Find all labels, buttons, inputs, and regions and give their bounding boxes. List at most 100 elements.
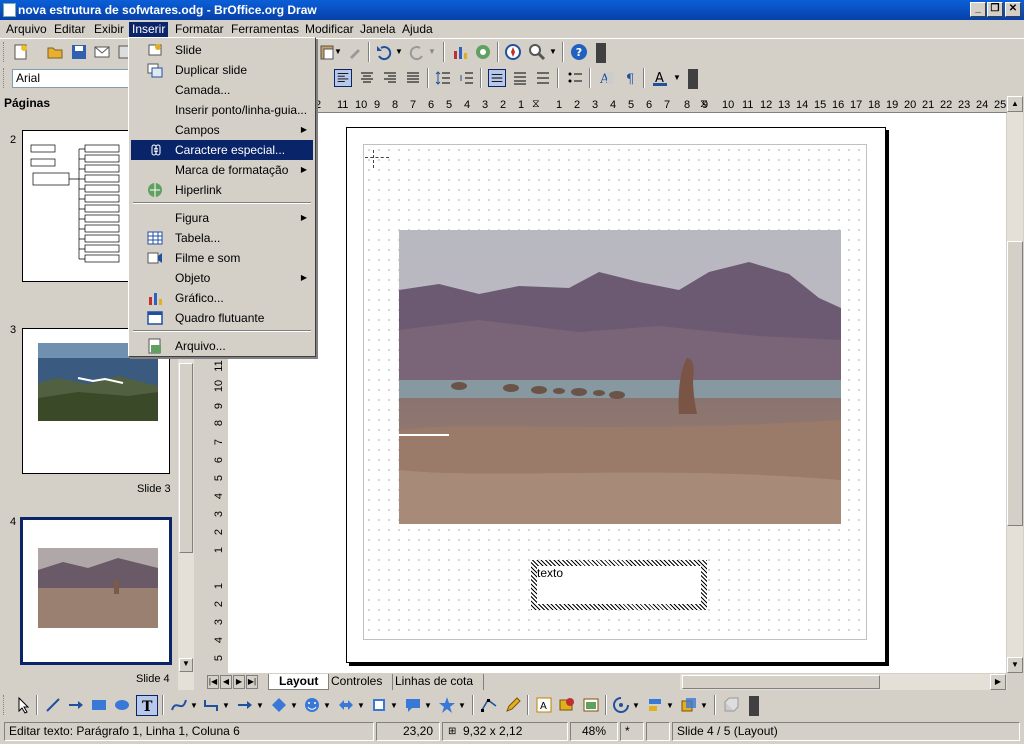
scroll-right-button[interactable]: ▶ (990, 674, 1006, 690)
font-color-icon[interactable]: A (651, 69, 669, 87)
menu-item-campos[interactable]: Campos ▶ (131, 120, 313, 140)
tab-controles[interactable]: Controles (321, 674, 394, 690)
lines-arrows-dropdown-icon[interactable]: ▼ (256, 701, 264, 710)
tab-linhas-de-cota[interactable]: Linhas de cota (385, 674, 485, 690)
align-center-icon[interactable] (358, 69, 376, 87)
vertical-scrollbar-thumb[interactable] (1007, 241, 1023, 526)
character-icon[interactable]: A (597, 69, 615, 87)
menu-item-camada[interactable]: Camada... (131, 80, 313, 100)
flowchart-icon[interactable] (370, 696, 388, 714)
text-box[interactable]: texto (537, 566, 701, 604)
close-button[interactable]: ✕ (1005, 2, 1021, 17)
align-right-icon[interactable] (381, 69, 399, 87)
menu-item-arquivo[interactable]: Arquivo... (131, 336, 313, 356)
basic-shapes-icon[interactable] (270, 696, 288, 714)
text-box-content[interactable]: texto (537, 566, 563, 580)
toolbar-grip[interactable] (3, 42, 7, 62)
navigator-icon[interactable] (504, 43, 522, 61)
spacing-1-icon[interactable] (488, 69, 506, 87)
scroll-down-button[interactable]: ▼ (1007, 657, 1023, 673)
menu-ajuda[interactable]: Ajuda (399, 22, 436, 37)
arrange-dropdown-icon[interactable]: ▼ (700, 701, 708, 710)
line-arrow-icon[interactable] (67, 696, 85, 714)
gallery-icon[interactable] (474, 43, 492, 61)
paragraph-spacing-icon[interactable] (457, 69, 475, 87)
pages-scrollbar-thumb[interactable] (179, 363, 193, 553)
stars-icon[interactable] (438, 696, 456, 714)
connector-dropdown-icon[interactable]: ▼ (222, 701, 230, 710)
menu-item-grafico[interactable]: Gráfico... (131, 288, 313, 308)
menu-formatar[interactable]: Formatar (172, 22, 227, 37)
menu-modificar[interactable]: Modificar (302, 22, 357, 37)
align-left-icon[interactable] (334, 69, 352, 87)
status-zoom[interactable]: 48% (570, 722, 618, 741)
spacing-1-5-icon[interactable] (511, 69, 529, 87)
effects-dropdown-icon[interactable]: ▼ (632, 701, 640, 710)
toolbar-overflow-button[interactable] (749, 696, 759, 716)
menu-item-tabela[interactable]: Tabela... (131, 228, 313, 248)
callouts-icon[interactable] (404, 696, 422, 714)
ruler-margin-marker-icon[interactable]: ⧖ (532, 98, 540, 111)
menu-item-quadro-flutuante[interactable]: Quadro flutuante (131, 308, 313, 328)
ruler-margin-marker-icon[interactable]: ⧖ (700, 98, 708, 111)
text-tool-button[interactable]: T (136, 695, 158, 716)
undo-dropdown-icon[interactable]: ▼ (395, 47, 403, 56)
save-icon[interactable] (70, 43, 88, 61)
effects-icon[interactable] (612, 696, 630, 714)
paragraph-icon[interactable]: ¶ (620, 69, 638, 87)
scroll-up-button[interactable]: ▲ (1007, 96, 1023, 112)
menu-item-filme-e-som[interactable]: Filme e som (131, 248, 313, 268)
toolbar-overflow-button[interactable] (596, 43, 606, 63)
vertical-scrollbar[interactable]: ▲ ▼ (1007, 96, 1023, 673)
undo-icon[interactable] (375, 43, 393, 61)
chart-icon[interactable] (451, 43, 469, 61)
select-arrow-icon[interactable] (14, 696, 32, 714)
line-spacing-icon[interactable] (434, 69, 452, 87)
align-objects-dropdown-icon[interactable]: ▼ (666, 701, 674, 710)
zoom-dropdown-icon[interactable]: ▼ (549, 47, 557, 56)
slide-thumbnail-4[interactable] (20, 517, 172, 665)
block-arrows-dropdown-icon[interactable]: ▼ (357, 701, 365, 710)
paste-dropdown-icon[interactable]: ▼ (334, 47, 342, 56)
drawing-canvas[interactable]: texto (228, 113, 1006, 673)
horizontal-scrollbar-thumb[interactable] (682, 675, 880, 689)
redo-dropdown-icon[interactable]: ▼ (428, 47, 436, 56)
basic-shapes-dropdown-icon[interactable]: ▼ (290, 701, 298, 710)
next-tab-button[interactable]: ▶ (233, 675, 245, 689)
font-color-dropdown-icon[interactable]: ▼ (673, 73, 681, 82)
stars-dropdown-icon[interactable]: ▼ (458, 701, 466, 710)
font-name-input[interactable]: Arial (12, 69, 132, 88)
spacing-2-icon[interactable] (534, 69, 552, 87)
last-tab-button[interactable]: ▶| (246, 675, 258, 689)
menu-exibir[interactable]: Exibir (91, 22, 127, 37)
ellipse-icon[interactable] (113, 696, 131, 714)
menu-item-objeto[interactable]: Objeto ▶ (131, 268, 313, 288)
help-icon[interactable]: ? (570, 43, 588, 61)
curve-dropdown-icon[interactable]: ▼ (190, 701, 198, 710)
curve-icon[interactable] (170, 696, 188, 714)
rectangle-icon[interactable] (90, 696, 108, 714)
fontwork-pencil-icon[interactable] (504, 696, 522, 714)
text-frame-icon[interactable]: A (535, 696, 553, 714)
menu-item-slide[interactable]: Slide (131, 40, 313, 60)
callouts-dropdown-icon[interactable]: ▼ (424, 701, 432, 710)
block-arrows-icon[interactable] (337, 696, 355, 714)
menu-item-caractere-especial[interactable]: Caractere especial... (131, 140, 313, 160)
insert-image-icon[interactable] (558, 696, 576, 714)
symbol-shapes-icon[interactable] (303, 696, 321, 714)
menu-inserir[interactable]: Inserir (129, 22, 169, 37)
menu-item-hiperlink[interactable]: Hiperlink (131, 180, 313, 200)
from-file-icon[interactable] (582, 696, 600, 714)
prev-tab-button[interactable]: ◀ (220, 675, 232, 689)
toolbar-overflow-button[interactable] (688, 69, 698, 89)
extrusion-icon[interactable] (722, 696, 740, 714)
redo-icon[interactable] (408, 43, 426, 61)
minimize-button[interactable]: _ (970, 2, 986, 17)
toolbar-grip[interactable] (3, 695, 7, 715)
flowchart-dropdown-icon[interactable]: ▼ (390, 701, 398, 710)
points-icon[interactable] (480, 696, 498, 714)
lines-arrows-icon[interactable] (236, 696, 254, 714)
line-icon[interactable] (44, 696, 62, 714)
horizontal-scrollbar[interactable]: ▶ (680, 674, 1007, 690)
desert-photo[interactable] (399, 230, 841, 524)
